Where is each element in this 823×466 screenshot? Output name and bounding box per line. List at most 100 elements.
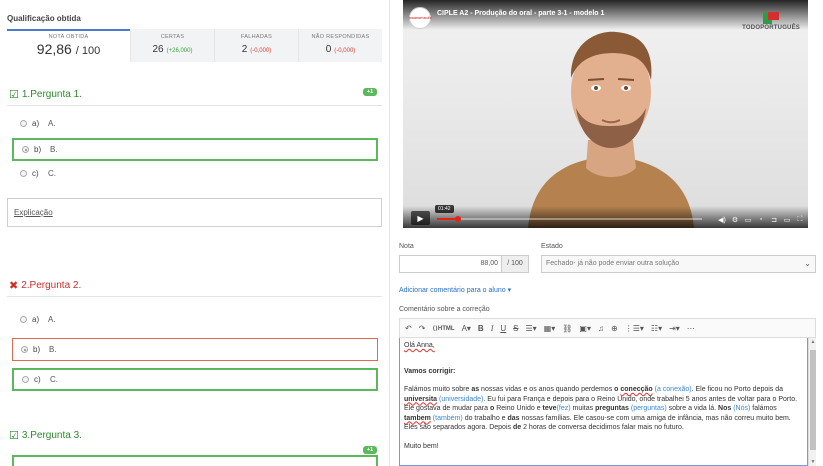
text-run: tambem bbox=[404, 414, 431, 422]
text-run: (Nós) bbox=[731, 405, 751, 412]
redo-icon[interactable]: ↷ bbox=[419, 324, 426, 333]
video-player[interactable]: TODOPORTUGUÊS CIPLE A2 - Produção do ora… bbox=[403, 0, 808, 228]
score-summary: NOTA OBTIDA 92,86 / 100 CERTAS 26 (+26,00… bbox=[7, 29, 382, 62]
text-run: (também) bbox=[430, 414, 463, 422]
question-2-label: 2.Pergunta 2. bbox=[21, 280, 82, 291]
comment-editor[interactable]: Olá Anna, Vamos corrigir: Falámos muito … bbox=[399, 338, 808, 466]
question-2-title: ✖ 2.Pergunta 2. bbox=[9, 279, 81, 292]
caret-down-icon: ▾ bbox=[507, 287, 512, 294]
results-panel: Qualificação obtida NOTA OBTIDA 92,86 / … bbox=[0, 0, 390, 466]
option-text: B. bbox=[50, 145, 58, 154]
text-run: do trabalho e bbox=[462, 414, 508, 422]
text-run: nossas vidas e os anos quando perdemos bbox=[479, 386, 615, 393]
scroll-up-icon[interactable]: ▲ bbox=[809, 339, 817, 345]
video-progress-bar[interactable] bbox=[437, 216, 702, 222]
unanswered-value: 0 bbox=[325, 44, 332, 55]
link-icon[interactable]: ⛓ bbox=[562, 324, 572, 333]
bold-icon[interactable]: B bbox=[478, 324, 484, 333]
question-1-option-c[interactable]: c) C. bbox=[12, 162, 378, 185]
settings-icon[interactable]: ⚙ bbox=[731, 216, 739, 224]
miniplayer-icon[interactable]: ▫ bbox=[757, 216, 765, 224]
comment-label: Comentário sobre a correção bbox=[399, 306, 490, 313]
text-run: sobre a vida lá. bbox=[666, 405, 719, 412]
html-source-icon[interactable]: ⟨⟩HTML bbox=[432, 325, 454, 332]
underline-icon[interactable]: U bbox=[500, 324, 506, 333]
radio-icon[interactable] bbox=[20, 120, 27, 127]
score-unanswered: NÃO RESPONDIDAS 0 (-0,000) bbox=[298, 29, 382, 62]
text-run: de bbox=[512, 424, 522, 431]
correct-label: CERTAS bbox=[160, 34, 185, 40]
brand-mark-icon bbox=[763, 12, 780, 24]
cast-icon[interactable]: ⊐ bbox=[770, 216, 778, 224]
check-icon: ☑ bbox=[9, 430, 19, 442]
divider bbox=[7, 105, 382, 106]
strikethrough-icon[interactable]: S bbox=[513, 324, 518, 333]
nota-label: Nota bbox=[399, 243, 414, 250]
text-run: 2 horas de conversa decidimos falar mais… bbox=[521, 424, 684, 431]
option-letter: a) bbox=[32, 119, 40, 128]
numbered-list-icon[interactable]: ☷▾ bbox=[651, 324, 662, 333]
more-icon[interactable]: ⋯ bbox=[687, 324, 695, 333]
indent-icon[interactable]: ⇥▾ bbox=[669, 324, 680, 333]
text-run: . Ele ficou no Porto depois da bbox=[691, 386, 784, 393]
option-letter: c) bbox=[34, 375, 41, 384]
video-title[interactable]: CIPLE A2 - Produção do oral - parte 3-1 … bbox=[437, 10, 604, 17]
text-run: universita bbox=[404, 395, 438, 403]
text-run: falámos bbox=[750, 405, 777, 412]
scroll-thumb[interactable] bbox=[810, 350, 816, 450]
question-1-option-a[interactable]: a) A. bbox=[12, 112, 378, 135]
list-icon[interactable]: ⋮☰▾ bbox=[625, 324, 644, 333]
audio-icon[interactable]: ♫ bbox=[598, 324, 604, 333]
points-badge: +1 bbox=[363, 88, 377, 96]
nota-suffix: / 100 bbox=[502, 255, 529, 273]
radio-icon[interactable] bbox=[20, 316, 27, 323]
explanation-link[interactable]: Explicação bbox=[14, 208, 53, 217]
theater-icon[interactable]: ▭ bbox=[783, 216, 791, 224]
channel-logo[interactable]: TODOPORTUGUÊS bbox=[409, 7, 432, 29]
fullscreen-icon[interactable]: ⛶ bbox=[796, 216, 804, 224]
editor-scrollbar[interactable]: ▲ ▼ bbox=[808, 338, 816, 466]
cross-icon: ✖ bbox=[9, 280, 19, 292]
text-run: as bbox=[471, 386, 480, 393]
time-tooltip: 01:42 bbox=[435, 205, 454, 213]
chevron-down-icon: ⌄ bbox=[804, 259, 811, 268]
score-correct: CERTAS 26 (+26,000) bbox=[130, 29, 214, 62]
play-button[interactable]: ▶ bbox=[411, 211, 430, 225]
question-2-option-c[interactable]: c) C. bbox=[12, 368, 378, 391]
brand-wordmark: TODOPORTUGUÊS bbox=[742, 25, 800, 31]
option-letter: b) bbox=[34, 145, 42, 154]
radio-icon[interactable] bbox=[22, 376, 29, 383]
text-run: Reino Unido e bbox=[494, 405, 543, 412]
align-icon[interactable]: ☰▾ bbox=[526, 324, 537, 333]
nota-input[interactable]: 88,00 bbox=[399, 255, 502, 273]
image-icon[interactable]: ▣▾ bbox=[579, 324, 591, 333]
explanation-box[interactable]: Explicação bbox=[7, 198, 382, 227]
radio-icon[interactable] bbox=[20, 170, 27, 177]
add-comment-link[interactable]: Adicionar comentário para o aluno ▾ bbox=[399, 286, 511, 294]
question-3-option[interactable] bbox=[12, 455, 378, 466]
progress-handle[interactable] bbox=[455, 216, 462, 222]
option-text: B. bbox=[49, 345, 57, 354]
question-2-option-b[interactable]: b) B. bbox=[12, 338, 378, 361]
font-size-icon[interactable]: A▾ bbox=[462, 324, 471, 333]
undo-icon[interactable]: ↶ bbox=[405, 324, 412, 333]
editor-toolbar: ↶ ↷ ⟨⟩HTML A▾ B I U S ☰▾ ▦▾ ⛓ ▣▾ ♫ ⊕ ⋮☰▾… bbox=[399, 318, 816, 338]
option-text: A. bbox=[48, 315, 56, 324]
subtitles-icon[interactable]: ▭ bbox=[744, 216, 752, 224]
table-icon[interactable]: ▦▾ bbox=[544, 324, 556, 333]
scroll-down-icon[interactable]: ▼ bbox=[809, 459, 817, 465]
estado-select[interactable]: Fechado- já não pode enviar outra soluçã… bbox=[541, 255, 816, 273]
volume-icon[interactable]: ◀) bbox=[718, 216, 726, 224]
question-2-option-a[interactable]: a) A. bbox=[12, 308, 378, 331]
option-letter: c) bbox=[32, 169, 39, 178]
radio-selected-icon[interactable] bbox=[21, 346, 28, 353]
play-icon: ▶ bbox=[417, 213, 424, 223]
estado-label: Estado bbox=[541, 243, 563, 250]
video-control-icons: ◀) ⚙ ▭ ▫ ⊐ ▭ ⛶ bbox=[718, 216, 804, 224]
question-1-option-b[interactable]: b) B. bbox=[12, 138, 378, 161]
question-3-title: ☑ 3.Pergunta 3. bbox=[9, 429, 82, 442]
italic-icon[interactable]: I bbox=[491, 324, 494, 333]
globe-icon[interactable]: ⊕ bbox=[611, 324, 618, 333]
text-run: preguntas bbox=[595, 405, 629, 412]
radio-selected-icon[interactable] bbox=[22, 146, 29, 153]
